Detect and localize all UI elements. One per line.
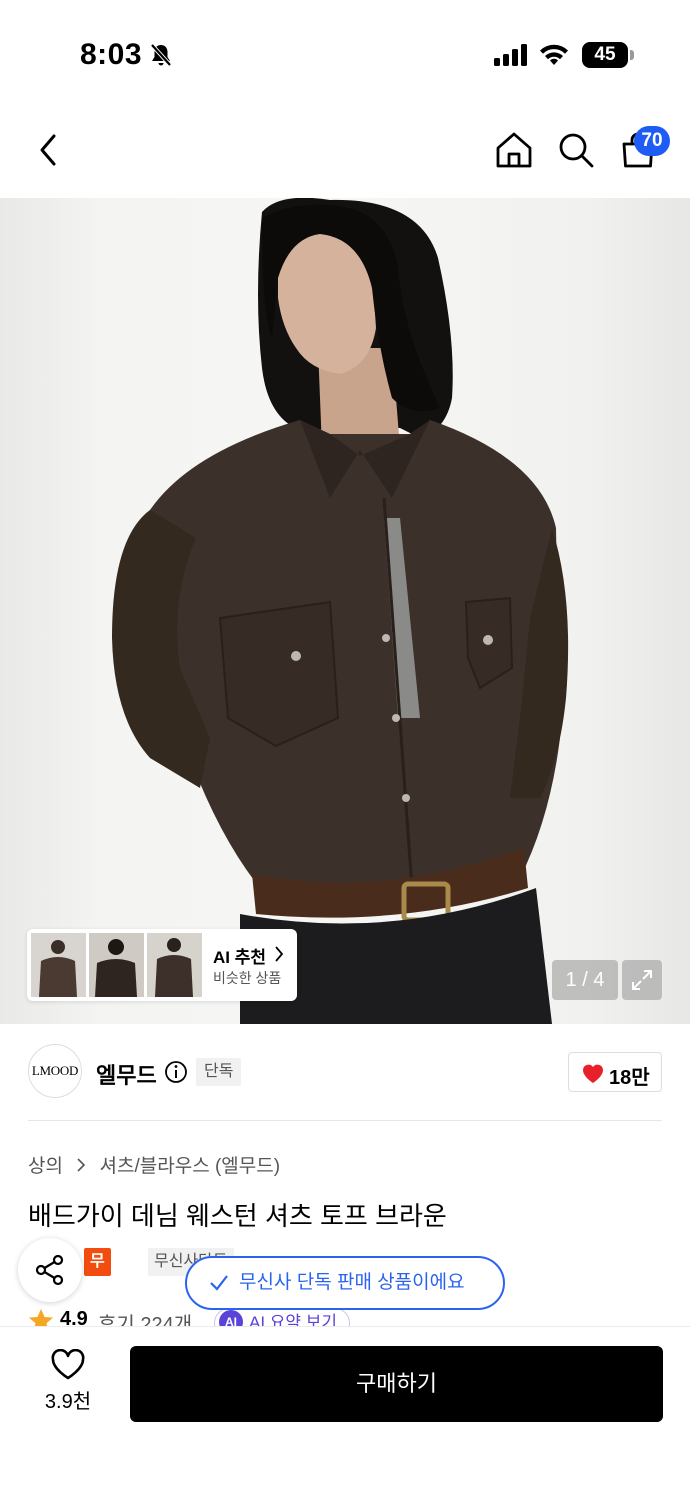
- ai-summary-button[interactable]: AI AI 요약 보기: [214, 1308, 351, 1326]
- product-image-gallery[interactable]: [0, 198, 690, 1024]
- breadcrumb-subcategory[interactable]: 셔츠/블라우스 (엘무드): [100, 1156, 281, 1177]
- brand-like-count: 18만: [609, 1067, 650, 1089]
- expand-icon: [632, 970, 652, 990]
- breadcrumb: 상의 셔츠/블라우스 (엘무드): [28, 1151, 280, 1178]
- exclusive-tag: 단독: [196, 1058, 242, 1086]
- exclusive-toast: 무신사 단독 판매 상품이에요: [185, 1256, 505, 1310]
- bottom-action-bar: 3.9천 구매하기: [0, 1326, 690, 1500]
- toast-message: 무신사 단독 판매 상품이에요: [239, 1272, 465, 1293]
- battery-nub: [630, 50, 634, 60]
- heart-filled-icon: [583, 1064, 603, 1083]
- buy-button[interactable]: 구매하기: [130, 1346, 663, 1422]
- share-icon: [35, 1254, 64, 1286]
- cart-count-badge: 70: [634, 126, 670, 156]
- star-icon: [29, 1309, 53, 1326]
- chevron-right-icon: [77, 1158, 86, 1172]
- home-icon[interactable]: [494, 130, 534, 170]
- search-icon[interactable]: [556, 130, 596, 170]
- expand-image-button[interactable]: [622, 960, 662, 1000]
- ai-recommend-subtitle: 비슷한 상품: [213, 970, 282, 986]
- rating-score: 4.9: [60, 1308, 88, 1326]
- brand-like-button[interactable]: 18만: [568, 1052, 662, 1092]
- wifi-icon: [540, 44, 568, 65]
- ai-recommend-card[interactable]: AI 추천 비슷한 상품: [27, 929, 297, 1001]
- product-title: 배드가이 데님 웨스턴 셔츠 토프 브라운: [28, 1201, 447, 1231]
- brand-logo[interactable]: LMOOD: [28, 1044, 82, 1098]
- similar-product-thumb[interactable]: [31, 933, 86, 997]
- ai-recommend-title: AI 추천: [213, 948, 267, 967]
- checkmark-icon: [210, 1275, 228, 1291]
- ai-icon: AI: [219, 1310, 243, 1326]
- back-arrow-icon[interactable]: [32, 130, 66, 170]
- product-photo: [112, 198, 569, 1024]
- tag-mujinjang: 무진장: [84, 1248, 111, 1326]
- info-icon[interactable]: [164, 1060, 188, 1084]
- share-button[interactable]: [18, 1238, 82, 1302]
- status-time: 8:03: [80, 38, 143, 71]
- image-page-indicator: 1 / 4: [552, 960, 618, 1000]
- heart-outline-icon: [51, 1349, 85, 1380]
- brand-name[interactable]: 엘무드: [96, 1058, 157, 1090]
- wishlist-count: 3.9천: [44, 1391, 92, 1413]
- battery-indicator: 45: [582, 42, 628, 68]
- bell-muted-icon: [150, 43, 172, 67]
- wishlist-button[interactable]: 3.9천: [40, 1349, 96, 1414]
- top-nav-bar: 70: [0, 110, 690, 190]
- ai-summary-label: AI 요약 보기: [249, 1313, 338, 1326]
- cellular-signal-icon: [494, 44, 527, 66]
- chevron-right-icon: [275, 946, 284, 962]
- similar-product-thumb[interactable]: [89, 933, 144, 997]
- review-count-link[interactable]: 후기 224개: [98, 1308, 192, 1326]
- similar-product-thumb[interactable]: [147, 933, 202, 997]
- divider: [28, 1120, 662, 1121]
- status-bar: 8:03 45: [0, 0, 690, 100]
- breadcrumb-category[interactable]: 상의: [28, 1156, 63, 1177]
